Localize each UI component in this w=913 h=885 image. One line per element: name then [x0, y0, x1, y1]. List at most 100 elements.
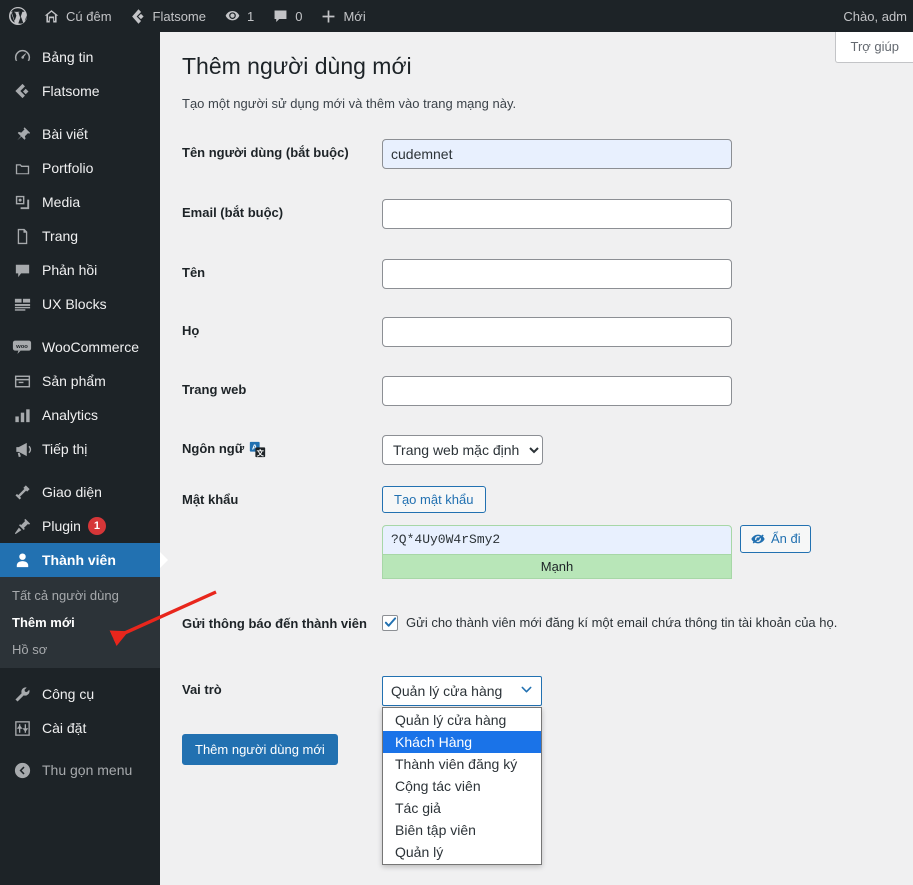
language-label: Ngôn ngữ A 文	[160, 428, 382, 472]
generate-password-button[interactable]: Tạo mật khẩu	[382, 485, 486, 513]
firstname-input[interactable]	[382, 258, 732, 289]
comment-icon	[272, 8, 289, 25]
sidebar-item-flatsome[interactable]: Flatsome	[0, 74, 160, 108]
appearance-icon	[12, 482, 32, 502]
plugin-update-badge: 1	[87, 517, 107, 535]
adminbar-item-flatsome[interactable]: Flatsome	[121, 0, 215, 32]
sidebar-item-dashboard[interactable]: Bảng tin	[0, 40, 160, 74]
add-new-user-button[interactable]: Thêm người dùng mới	[182, 733, 338, 765]
password-input[interactable]	[382, 524, 732, 555]
sidebar-item-label: UX Blocks	[42, 296, 107, 312]
comment-icon	[12, 260, 32, 280]
sidebar-item-pages[interactable]: Trang	[0, 219, 160, 253]
field-row-email: Email (bắt buộc)	[160, 192, 913, 236]
username-input[interactable]	[382, 138, 732, 169]
language-label-text: Ngôn ngữ	[182, 441, 245, 457]
role-option[interactable]: Tác giả	[383, 797, 541, 819]
plugin-icon	[12, 516, 32, 536]
role-option[interactable]: Quản lý	[383, 841, 541, 863]
role-option[interactable]: Cộng tác viên	[383, 775, 541, 797]
email-input[interactable]	[382, 198, 732, 229]
wordpress-logo-button[interactable]	[0, 0, 34, 32]
adminbar-item-updates[interactable]: 1	[215, 0, 263, 32]
ux-blocks-icon	[12, 294, 32, 314]
sidebar-item-users[interactable]: Thành viên	[0, 543, 168, 577]
website-input[interactable]	[382, 375, 732, 406]
field-row-role: Vai trò Quản lý cửa hàng Quản lý cửa hàn…	[160, 675, 913, 865]
sidebar-item-label: Portfolio	[42, 160, 94, 176]
role-option[interactable]: Thành viên đăng ký	[383, 753, 541, 775]
collapse-icon	[12, 760, 32, 780]
sidebar-item-appearance[interactable]: Giao diện	[0, 475, 160, 509]
notification-label: Gửi thông báo đến thành viên	[182, 616, 367, 632]
sidebar-item-label: Flatsome	[42, 83, 100, 99]
translate-icon: A 文	[249, 441, 266, 458]
lastname-input[interactable]	[382, 316, 732, 347]
sidebar-item-label: Thành viên	[42, 552, 116, 568]
field-row-password: Mật khẩu Tạo mật khẩu Mạnh	[160, 485, 913, 579]
sidebar-item-marketing[interactable]: Tiếp thị	[0, 432, 160, 466]
sidebar-item-ux-blocks[interactable]: UX Blocks	[0, 287, 160, 321]
website-label: Trang web	[182, 382, 247, 398]
sidebar-item-settings[interactable]: Cài đặt	[0, 711, 160, 745]
role-option[interactable]: Biên tập viên	[383, 819, 541, 841]
sidebar-item-woocommerce[interactable]: woo WooCommerce	[0, 330, 160, 364]
sidebar-item-label: Bài viết	[42, 126, 88, 142]
field-row-website: Trang web	[160, 369, 913, 413]
sidebar-item-label: Media	[42, 194, 81, 210]
send-notification-label: Gửi cho thành viên mới đăng kí một email…	[406, 615, 838, 631]
sidebar-item-plugins[interactable]: Plugin 1	[0, 509, 160, 543]
page-icon	[12, 226, 32, 246]
submenu-item-all-users[interactable]: Tất cả người dùng	[0, 582, 160, 609]
role-option-highlighted[interactable]: Khách Hàng	[383, 730, 541, 753]
sidebar-item-tools[interactable]: Công cụ	[0, 677, 160, 711]
help-tab-button[interactable]: Trợ giúp	[835, 32, 913, 63]
language-select[interactable]: Trang web mặc định	[382, 434, 543, 465]
products-icon	[12, 371, 32, 391]
adminbar-flatsome-label: Flatsome	[152, 8, 206, 24]
marketing-icon	[12, 439, 32, 459]
sidebar-item-products[interactable]: Sản phẩm	[0, 364, 160, 398]
sidebar-item-posts[interactable]: Bài viết	[0, 117, 160, 151]
submenu-item-profile[interactable]: Hồ sơ	[0, 636, 160, 663]
analytics-icon	[12, 405, 32, 425]
hide-password-button[interactable]: Ẩn đi	[740, 524, 811, 553]
firstname-label: Tên	[182, 265, 206, 281]
plus-icon	[320, 8, 337, 25]
adminbar-item-comments[interactable]: 0	[263, 0, 311, 32]
field-row-username: Tên người dùng (bắt buộc)	[160, 132, 913, 176]
role-select[interactable]: Quản lý cửa hàng	[382, 675, 542, 706]
sidebar-item-label: Cài đặt	[42, 720, 87, 736]
woocommerce-icon: woo	[12, 337, 32, 357]
adminbar-item-new[interactable]: Mới	[311, 0, 374, 32]
sidebar-item-label: Sản phẩm	[42, 373, 106, 389]
settings-icon	[12, 718, 32, 738]
users-submenu: Tất cả người dùng Thêm mới Hồ sơ	[0, 577, 160, 668]
adminbar-account-greeting[interactable]: Chào, adm	[834, 0, 913, 32]
sidebar-item-label: Công cụ	[42, 686, 95, 702]
admin-bar: Cú đêm Flatsome 1 0 Mới Chào, adm	[0, 0, 913, 32]
adminbar-item-site[interactable]: Cú đêm	[34, 0, 121, 32]
media-icon	[12, 192, 32, 212]
sidebar-item-label: Plugin	[42, 518, 81, 534]
adminbar-site-label: Cú đêm	[66, 8, 112, 24]
sidebar-item-media[interactable]: Media	[0, 185, 160, 219]
password-label: Mật khẩu	[182, 492, 239, 508]
sidebar-item-analytics[interactable]: Analytics	[0, 398, 160, 432]
role-label: Vai trò	[182, 682, 222, 698]
updates-icon	[224, 8, 241, 25]
role-option[interactable]: Quản lý cửa hàng	[383, 709, 541, 731]
sidebar-item-comments[interactable]: Phản hồi	[0, 253, 160, 287]
send-notification-checkbox[interactable]	[382, 614, 398, 631]
adminbar-updates-count: 1	[247, 8, 255, 24]
chevron-down-icon	[520, 683, 533, 699]
adminbar-comments-count: 0	[295, 8, 303, 24]
role-select-wrapper: Quản lý cửa hàng Quản lý cửa hàng Khách …	[382, 675, 542, 865]
sidebar-item-label: Analytics	[42, 407, 99, 423]
greeting-label: Chào, adm	[843, 8, 907, 24]
collapse-menu-button[interactable]: Thu gọn menu	[0, 753, 160, 787]
submenu-item-add-new[interactable]: Thêm mới	[0, 609, 160, 636]
sidebar-item-portfolio[interactable]: Portfolio	[0, 151, 160, 185]
flatsome-icon	[130, 8, 147, 25]
svg-text:woo: woo	[15, 344, 28, 350]
